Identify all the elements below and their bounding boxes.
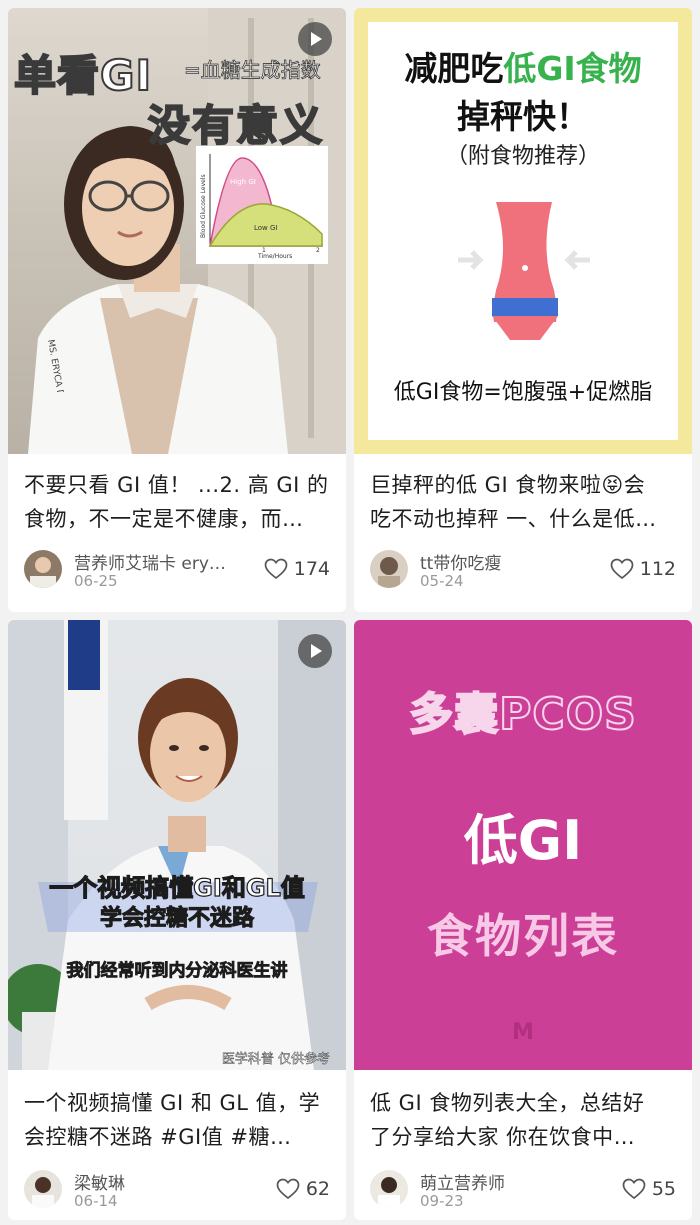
cover-headline: 多囊PCOS bbox=[408, 688, 637, 741]
like-button[interactable]: 55 bbox=[622, 1176, 676, 1202]
author-name[interactable]: tt带你吃瘦 bbox=[420, 549, 501, 574]
cover-subtitle: （附食物推荐） bbox=[445, 144, 600, 169]
avatar[interactable] bbox=[24, 550, 62, 588]
cover-subline: 学会控糖不迷路 bbox=[99, 906, 254, 932]
coat-name-tag: MS. ERYCA DIETITIAN bbox=[45, 339, 71, 392]
note-cover[interactable]: 减肥吃低GI食物 掉秤快！ （附食物推荐） 低GI食物=饱腹强+促燃脂 bbox=[354, 8, 692, 454]
like-button[interactable]: 62 bbox=[276, 1176, 330, 1202]
note-card[interactable]: 单看GI =血糖生成指数 没有意义 High GI Low GI Time/Ho… bbox=[8, 8, 346, 612]
heart-outline-icon bbox=[264, 558, 288, 580]
caption-line: 会控糖不迷路 #GI值 #糖… bbox=[24, 1125, 292, 1149]
note-meta: 营养师艾瑞卡 ery… 06-25 174 bbox=[24, 546, 330, 592]
glucose-curve-graphic: High GI Low GI Time/Hours 1 2 Blood Gluc… bbox=[196, 146, 328, 264]
note-meta: tt带你吃瘦 05-24 112 bbox=[370, 546, 676, 592]
note-caption[interactable]: 一个视频搞懂 GI 和 GL 值，学 会控糖不迷路 #GI值 #糖… bbox=[24, 1086, 330, 1154]
svg-text:High GI: High GI bbox=[230, 178, 256, 186]
note-caption[interactable]: 不要只看 GI 值！ ...2. 高 GI 的 食物，不一定是不健康，而… bbox=[24, 468, 330, 536]
note-card[interactable]: 多囊PCOS 低GI 食物列表 M 低 GI 食物列表大全，总结好 了分享给大家… bbox=[354, 620, 692, 1220]
poster-panel: 减肥吃低GI食物 掉秤快！ （附食物推荐） 低GI食物=饱腹强+促燃脂 bbox=[368, 22, 678, 440]
like-button[interactable]: 174 bbox=[264, 556, 330, 582]
caption-line: 一个视频搞懂 GI 和 GL 值，学 bbox=[24, 1091, 321, 1115]
like-count: 174 bbox=[293, 558, 330, 580]
post-date: 05-24 bbox=[420, 572, 464, 590]
note-cover[interactable]: 一个视频搞懂GI和GL值 学会控糖不迷路 我们经常听到内分泌科医生讲 医学科普 … bbox=[8, 620, 346, 1070]
avatar[interactable] bbox=[370, 1170, 408, 1208]
like-count: 62 bbox=[305, 1178, 330, 1200]
cover-subtitle: 我们经常听到内分泌科医生讲 bbox=[66, 961, 288, 982]
note-card[interactable]: 减肥吃低GI食物 掉秤快！ （附食物推荐） 低GI食物=饱腹强+促燃脂 巨掉秤的… bbox=[354, 8, 692, 612]
avatar[interactable] bbox=[370, 550, 408, 588]
note-cover[interactable]: 单看GI =血糖生成指数 没有意义 High GI Low GI Time/Ho… bbox=[8, 8, 346, 454]
heart-outline-icon bbox=[610, 558, 634, 580]
cover-headline-2: 没有意义 bbox=[147, 100, 325, 151]
post-date: 09-23 bbox=[420, 1192, 464, 1210]
like-button[interactable]: 112 bbox=[610, 556, 676, 582]
avatar[interactable] bbox=[24, 1170, 62, 1208]
svg-text:Blood Glucose Levels: Blood Glucose Levels bbox=[200, 174, 207, 238]
cover-subline: =血糖生成指数 bbox=[184, 58, 322, 83]
svg-text:MS. ERYCA DIETITIAN: MS. ERYCA DIETITIAN bbox=[45, 339, 71, 392]
cover-headline: 单看GI bbox=[13, 50, 153, 101]
waist-illustration bbox=[458, 202, 590, 340]
note-meta: 萌立营养师 09-23 55 bbox=[370, 1166, 676, 1212]
heart-outline-icon bbox=[276, 1178, 300, 1200]
cover-headline-2: 低GI bbox=[463, 809, 583, 872]
svg-text:Time/Hours: Time/Hours bbox=[257, 253, 292, 260]
cover-footer: 低GI食物=饱腹强+促燃脂 bbox=[393, 380, 653, 405]
cover-disclaimer: 医学科普 仅供参考 bbox=[221, 1052, 331, 1067]
like-count: 55 bbox=[651, 1178, 676, 1200]
caption-line: 巨掉秤的低 GI 食物来啦😝会 bbox=[370, 473, 646, 497]
caption-line: 低 GI 食物列表大全，总结好 bbox=[370, 1091, 645, 1115]
svg-text:2: 2 bbox=[316, 247, 320, 254]
svg-text:1: 1 bbox=[262, 247, 266, 254]
caption-line: 不要只看 GI 值！ ...2. 高 GI 的 bbox=[24, 473, 329, 497]
author-name[interactable]: 萌立营养师 bbox=[420, 1169, 505, 1194]
svg-text:Low GI: Low GI bbox=[254, 224, 278, 232]
author-name[interactable]: 梁敏琳 bbox=[74, 1169, 125, 1194]
cover-headline-2: 掉秤快！ bbox=[457, 97, 589, 136]
play-icon bbox=[298, 634, 332, 668]
play-icon bbox=[298, 22, 332, 56]
cover-subline: 食物列表 bbox=[427, 909, 619, 963]
note-caption[interactable]: 低 GI 食物列表大全，总结好 了分享给大家 你在饮食中… bbox=[370, 1086, 676, 1154]
note-meta: 梁敏琳 06-14 62 bbox=[24, 1166, 330, 1212]
caption-line: 了分享给大家 你在饮食中… bbox=[370, 1125, 636, 1149]
caption-line: 吃不动也掉秤 一、什么是低… bbox=[370, 507, 657, 531]
watermark-logo: M bbox=[512, 1020, 534, 1045]
author-name[interactable]: 营养师艾瑞卡 ery… bbox=[74, 549, 226, 574]
heart-outline-icon bbox=[622, 1178, 646, 1200]
note-caption[interactable]: 巨掉秤的低 GI 食物来啦😝会 吃不动也掉秤 一、什么是低… bbox=[370, 468, 676, 536]
post-date: 06-14 bbox=[74, 1192, 118, 1210]
note-cover[interactable]: 多囊PCOS 低GI 食物列表 M bbox=[354, 620, 692, 1070]
cover-headline: 减肥吃低GI食物 bbox=[404, 49, 642, 88]
cover-headline: 一个视频搞懂GI和GL值 bbox=[49, 873, 306, 902]
post-date: 06-25 bbox=[74, 572, 118, 590]
like-count: 112 bbox=[639, 558, 676, 580]
note-card[interactable]: 一个视频搞懂GI和GL值 学会控糖不迷路 我们经常听到内分泌科医生讲 医学科普 … bbox=[8, 620, 346, 1220]
clinic-background bbox=[8, 620, 346, 1070]
caption-line: 食物，不一定是不健康，而… bbox=[24, 507, 304, 531]
